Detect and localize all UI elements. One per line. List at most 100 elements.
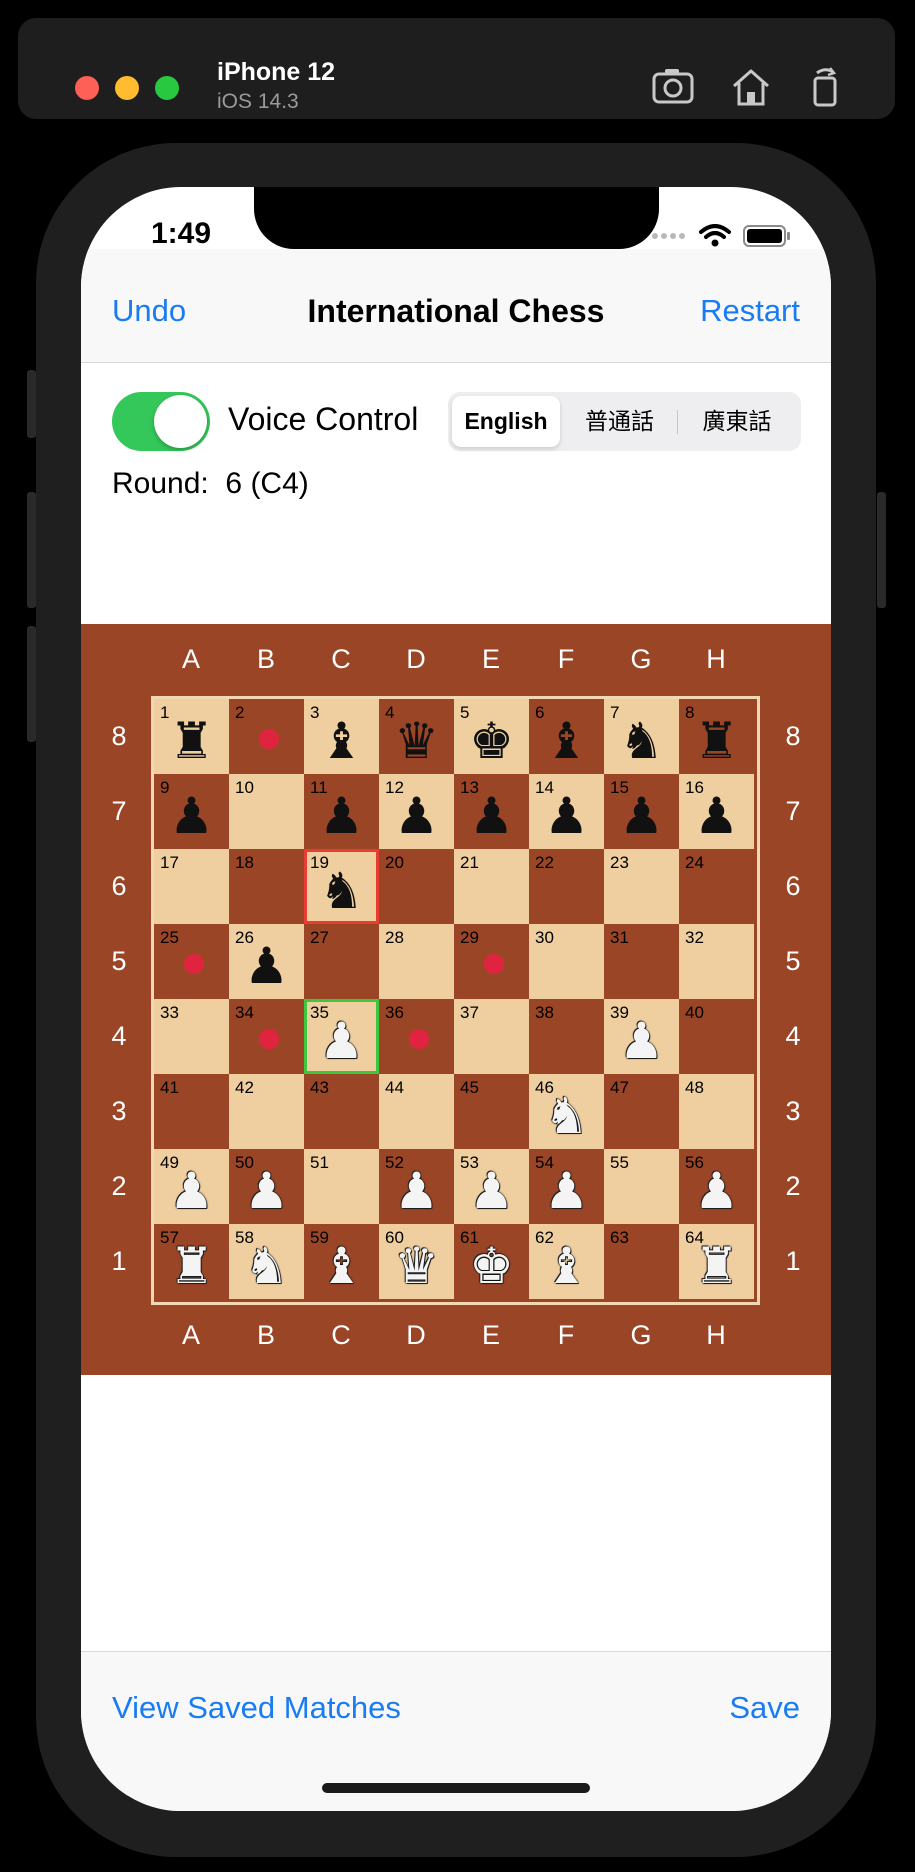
- board-square-52[interactable]: 52 ♟: [379, 1149, 454, 1224]
- white-pawn-icon[interactable]: ♟: [154, 1159, 229, 1224]
- voice-control-toggle[interactable]: [112, 392, 210, 451]
- restart-button[interactable]: Restart: [700, 293, 800, 329]
- board-square-46[interactable]: 46 ♞: [529, 1074, 604, 1149]
- board-square-61[interactable]: 61 ♚: [454, 1224, 529, 1299]
- board-square-6[interactable]: 6 ♝: [529, 699, 604, 774]
- board-square-58[interactable]: 58 ♞: [229, 1224, 304, 1299]
- board-square-9[interactable]: 9 ♟: [154, 774, 229, 849]
- board-square-57[interactable]: 57 ♜: [154, 1224, 229, 1299]
- screenshot-icon[interactable]: [650, 66, 696, 108]
- board-square-50[interactable]: 50 ♟: [229, 1149, 304, 1224]
- board-square-39[interactable]: 39 ♟: [604, 999, 679, 1074]
- board-square-3[interactable]: 3 ♝: [304, 699, 379, 774]
- white-bishop-icon[interactable]: ♝: [529, 1234, 604, 1299]
- language-english-segment[interactable]: English: [452, 396, 560, 447]
- board-square-10[interactable]: 10: [229, 774, 304, 849]
- board-square-1[interactable]: 1 ♜: [154, 699, 229, 774]
- board-square-25[interactable]: 25: [154, 924, 229, 999]
- board-square-26[interactable]: 26 ♟: [229, 924, 304, 999]
- board-square-17[interactable]: 17: [154, 849, 229, 924]
- black-pawn-icon[interactable]: ♟: [604, 784, 679, 849]
- board-square-56[interactable]: 56 ♟: [679, 1149, 754, 1224]
- language-mandarin-segment[interactable]: 普通話: [562, 396, 677, 447]
- black-bishop-icon[interactable]: ♝: [304, 709, 379, 774]
- board-square-62[interactable]: 62 ♝: [529, 1224, 604, 1299]
- board-square-7[interactable]: 7 ♞: [604, 699, 679, 774]
- board-square-5[interactable]: 5 ♚: [454, 699, 529, 774]
- board-square-4[interactable]: 4 ♛: [379, 699, 454, 774]
- board-square-15[interactable]: 15 ♟: [604, 774, 679, 849]
- board-square-23[interactable]: 23: [604, 849, 679, 924]
- board-square-43[interactable]: 43: [304, 1074, 379, 1149]
- board-square-44[interactable]: 44: [379, 1074, 454, 1149]
- black-rook-icon[interactable]: ♜: [679, 709, 754, 774]
- board-square-12[interactable]: 12 ♟: [379, 774, 454, 849]
- board-square-35[interactable]: 35 ♟: [304, 999, 379, 1074]
- board-square-11[interactable]: 11 ♟: [304, 774, 379, 849]
- board-square-64[interactable]: 64 ♜: [679, 1224, 754, 1299]
- board-square-42[interactable]: 42: [229, 1074, 304, 1149]
- possible-move-marker[interactable]: [409, 1029, 429, 1049]
- white-rook-icon[interactable]: ♜: [679, 1234, 754, 1299]
- white-pawn-icon[interactable]: ♟: [229, 1159, 304, 1224]
- white-knight-icon[interactable]: ♞: [229, 1234, 304, 1299]
- black-king-icon[interactable]: ♚: [454, 709, 529, 774]
- white-bishop-icon[interactable]: ♝: [304, 1234, 379, 1299]
- board-square-41[interactable]: 41: [154, 1074, 229, 1149]
- black-knight-icon[interactable]: ♞: [604, 709, 679, 774]
- black-pawn-icon[interactable]: ♟: [229, 934, 304, 999]
- board-square-47[interactable]: 47: [604, 1074, 679, 1149]
- board-square-27[interactable]: 27: [304, 924, 379, 999]
- save-button[interactable]: Save: [729, 1690, 800, 1726]
- board-square-13[interactable]: 13 ♟: [454, 774, 529, 849]
- black-bishop-icon[interactable]: ♝: [529, 709, 604, 774]
- board-square-29[interactable]: 29: [454, 924, 529, 999]
- possible-move-marker[interactable]: [259, 729, 279, 749]
- view-saved-matches-button[interactable]: View Saved Matches: [112, 1690, 401, 1726]
- board-square-24[interactable]: 24: [679, 849, 754, 924]
- board-square-40[interactable]: 40: [679, 999, 754, 1074]
- white-pawn-icon[interactable]: ♟: [679, 1159, 754, 1224]
- board-square-32[interactable]: 32: [679, 924, 754, 999]
- board-square-22[interactable]: 22: [529, 849, 604, 924]
- black-pawn-icon[interactable]: ♟: [379, 784, 454, 849]
- white-pawn-icon[interactable]: ♟: [604, 1009, 679, 1074]
- board-square-51[interactable]: 51: [304, 1149, 379, 1224]
- possible-move-marker[interactable]: [184, 954, 204, 974]
- board-square-53[interactable]: 53 ♟: [454, 1149, 529, 1224]
- possible-move-marker[interactable]: [259, 1029, 279, 1049]
- board-square-38[interactable]: 38: [529, 999, 604, 1074]
- board-square-16[interactable]: 16 ♟: [679, 774, 754, 849]
- board-square-21[interactable]: 21: [454, 849, 529, 924]
- minimize-window-button[interactable]: [115, 76, 139, 100]
- possible-move-marker[interactable]: [484, 954, 504, 974]
- white-queen-icon[interactable]: ♛: [379, 1234, 454, 1299]
- board-square-8[interactable]: 8 ♜: [679, 699, 754, 774]
- board-square-14[interactable]: 14 ♟: [529, 774, 604, 849]
- board-square-36[interactable]: 36: [379, 999, 454, 1074]
- board-square-60[interactable]: 60 ♛: [379, 1224, 454, 1299]
- board-square-59[interactable]: 59 ♝: [304, 1224, 379, 1299]
- board-square-63[interactable]: 63: [604, 1224, 679, 1299]
- board-square-34[interactable]: 34: [229, 999, 304, 1074]
- close-window-button[interactable]: [75, 76, 99, 100]
- rotate-icon[interactable]: [803, 66, 849, 108]
- black-pawn-icon[interactable]: ♟: [454, 784, 529, 849]
- board-square-45[interactable]: 45: [454, 1074, 529, 1149]
- black-pawn-icon[interactable]: ♟: [154, 784, 229, 849]
- board-square-54[interactable]: 54 ♟: [529, 1149, 604, 1224]
- board-square-28[interactable]: 28: [379, 924, 454, 999]
- black-knight-icon[interactable]: ♞: [304, 859, 379, 924]
- white-pawn-icon[interactable]: ♟: [529, 1159, 604, 1224]
- white-pawn-icon[interactable]: ♟: [454, 1159, 529, 1224]
- black-pawn-icon[interactable]: ♟: [304, 784, 379, 849]
- language-cantonese-segment[interactable]: 廣東話: [677, 396, 797, 447]
- board-square-37[interactable]: 37: [454, 999, 529, 1074]
- white-king-icon[interactable]: ♚: [454, 1234, 529, 1299]
- board-square-49[interactable]: 49 ♟: [154, 1149, 229, 1224]
- white-knight-icon[interactable]: ♞: [529, 1084, 604, 1149]
- black-pawn-icon[interactable]: ♟: [529, 784, 604, 849]
- board-square-20[interactable]: 20: [379, 849, 454, 924]
- black-queen-icon[interactable]: ♛: [379, 709, 454, 774]
- board-square-48[interactable]: 48: [679, 1074, 754, 1149]
